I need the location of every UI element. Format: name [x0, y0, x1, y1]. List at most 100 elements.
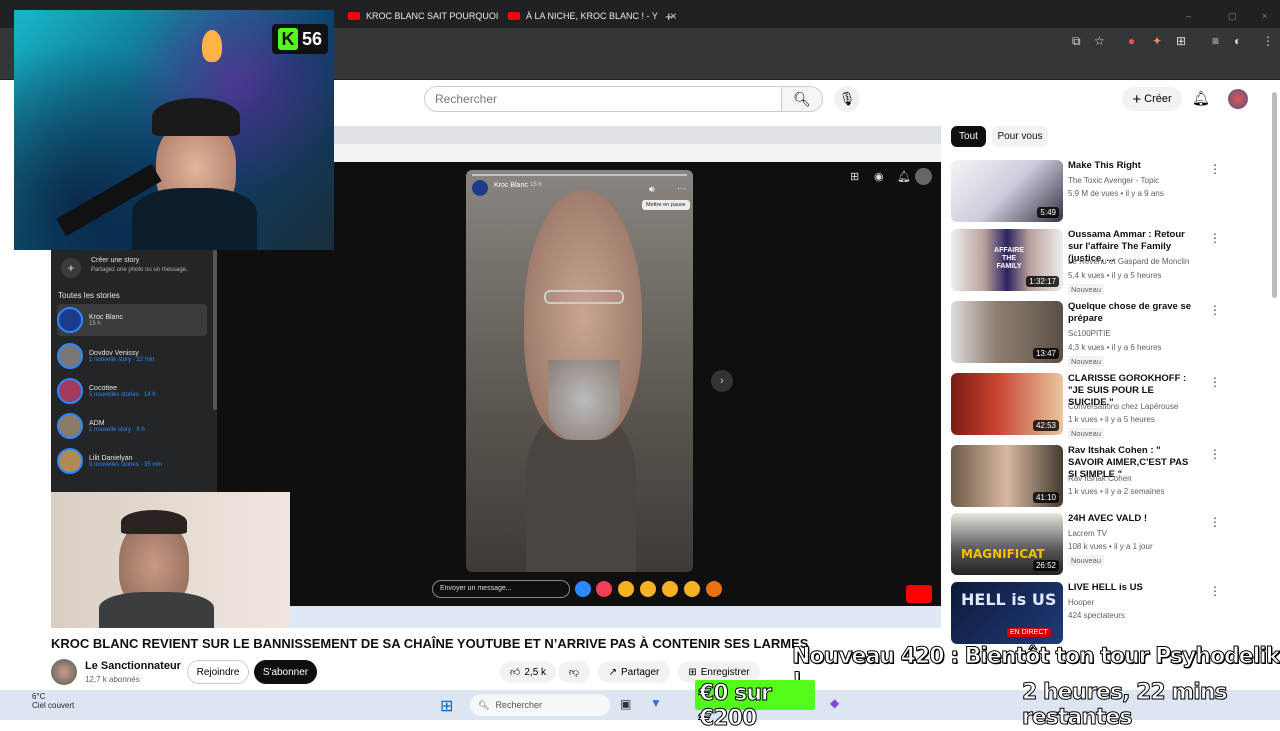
video-title[interactable]: 24H AVEC VALD ! [1068, 513, 1196, 525]
channel-avatar[interactable] [51, 659, 77, 685]
video-meta: 108 k vues • il y a 1 jour [1068, 542, 1153, 551]
volume-icon[interactable]: 🔊︎ [649, 184, 655, 195]
recommended-video[interactable]: HELL is US EN DIRECT LIVE HELL is US Hoo… [951, 582, 1221, 648]
youtube-icon [508, 12, 520, 20]
channel-name[interactable]: Le Revenu et Gaspard de Monclin [1068, 257, 1189, 266]
close-window-icon[interactable]: × [1262, 4, 1267, 28]
recommended-video[interactable]: 41:10 Rav Itshak Cohen : " SAVOIR AIMER,… [951, 445, 1221, 511]
haha-reaction-icon[interactable] [640, 581, 656, 597]
video-thumbnail[interactable]: 42:53 [951, 373, 1063, 435]
join-button[interactable]: Rejoindre [187, 660, 249, 684]
next-story-button[interactable]: › [711, 370, 733, 392]
video-thumbnail[interactable]: 5:49 [951, 160, 1063, 222]
plus-icon[interactable]: + [61, 258, 81, 278]
story-item[interactable]: Kroc Blanc 15 h [57, 304, 207, 336]
care-reaction-icon[interactable] [618, 581, 634, 597]
extension-icon[interactable]: ✦ [1152, 34, 1162, 48]
bookmark-star-icon[interactable]: ☆ [1094, 34, 1105, 48]
recommended-video[interactable]: AFFAIRE THE FAMILY 1:32:17 Oussama Ammar… [951, 229, 1221, 295]
recommended-video[interactable]: MAGNIFICAT 26:52 24H AVEC VALD ! Lacrem … [951, 513, 1221, 579]
menu-dots-icon[interactable]: ⋮ [1262, 34, 1274, 48]
like-button[interactable]: 👍︎ 2,5 k [500, 661, 556, 683]
more-icon[interactable]: ⋯ [677, 183, 686, 194]
wow-reaction-icon[interactable] [662, 581, 678, 597]
queue-icon[interactable]: ≡ [1212, 34, 1219, 48]
voice-search-button[interactable]: 🎙︎ [834, 86, 860, 112]
page-scrollbar[interactable] [1272, 92, 1277, 298]
taskbar-search[interactable]: 🔍︎ Rechercher [470, 694, 610, 716]
embedded-taskbar [290, 606, 941, 628]
recommended-video[interactable]: 42:53 CLARISSE GOROKHOFF : "JE SUIS POUR… [951, 373, 1221, 439]
dislike-button[interactable]: 👎︎ [558, 661, 590, 683]
scrollbar[interactable] [213, 250, 217, 410]
messenger-icon[interactable]: ◉ [874, 170, 884, 183]
like-reaction-icon[interactable] [575, 581, 591, 597]
search-button[interactable]: 🔍︎ [781, 86, 823, 112]
story-item[interactable]: ADM 1 nouvelle story · 9 h [57, 410, 207, 442]
recommended-video[interactable]: 13:47 Quelque chose de grave se prépare … [951, 301, 1221, 367]
channel-name[interactable]: Hooper [1068, 598, 1094, 607]
notifications-bell-icon[interactable]: 🔔︎ [1192, 90, 1210, 107]
love-reaction-icon[interactable] [596, 581, 612, 597]
task-view-icon[interactable]: ▣ [620, 697, 631, 711]
channel-name[interactable]: Conversations chez Lapérouse [1068, 402, 1178, 411]
app-icon[interactable]: ▼ [650, 696, 662, 710]
video-thumbnail[interactable]: HELL is US EN DIRECT [951, 582, 1063, 644]
message-input[interactable]: Envoyer un message... [432, 580, 570, 598]
youtube-icon [348, 12, 360, 20]
maximize-icon[interactable]: ▢ [1228, 4, 1237, 28]
new-tab-icon[interactable]: + [665, 4, 673, 28]
browser-tab[interactable]: KROC BLANC SAIT POURQUOI × [348, 4, 517, 28]
sad-reaction-icon[interactable] [684, 581, 700, 597]
video-thumbnail[interactable]: AFFAIRE THE FAMILY 1:32:17 [951, 229, 1063, 291]
pause-tooltip: Mettre en pause [642, 200, 690, 210]
more-actions-icon[interactable]: ⋮ [1209, 447, 1221, 461]
cast-icon[interactable]: ⧉ [1072, 34, 1081, 49]
create-button[interactable]: + Créer [1122, 87, 1182, 111]
account-avatar[interactable] [1228, 89, 1248, 109]
windows-start-icon[interactable]: ⊞ [440, 696, 453, 716]
recommended-video[interactable]: 5:49 Make This Right The Toxic Avenger -… [951, 160, 1221, 226]
story-item[interactable]: Lilit Danielyan 9 nouvelles stories · 35 … [57, 445, 207, 477]
video-title[interactable]: Quelque chose de grave se prépare [1068, 301, 1196, 325]
more-actions-icon[interactable]: ⋮ [1209, 584, 1221, 598]
extension-icon[interactable]: ● [1128, 34, 1135, 48]
story-item[interactable]: Dovdov Venissy 1 nouvelle story · 22 min [57, 340, 207, 372]
app-icon[interactable]: ◆ [830, 696, 839, 710]
more-actions-icon[interactable]: ⋮ [1209, 375, 1221, 389]
video-title[interactable]: Make This Right [1068, 160, 1196, 172]
channel-name[interactable]: Rav Itshak Cohen [1068, 474, 1132, 483]
duration: 1:32:17 [1026, 276, 1059, 287]
menu-grid-icon[interactable]: ⊞ [850, 170, 859, 183]
angry-reaction-icon[interactable] [706, 581, 722, 597]
chip-all[interactable]: Tout [951, 126, 986, 147]
channel-name[interactable]: Sc100PITIE [1068, 329, 1111, 338]
share-button[interactable]: ↗ Partager [598, 661, 670, 683]
more-actions-icon[interactable]: ⋮ [1209, 303, 1221, 317]
avatar [57, 307, 83, 333]
browser-tab[interactable]: À LA NICHE, KROC BLANC ! - Y × [508, 4, 677, 28]
thumbs-down-icon: 👎︎ [568, 667, 580, 678]
avatar[interactable] [915, 168, 932, 185]
story-item[interactable]: Cocottee 5 nouvelles stories · 14 h [57, 375, 207, 407]
video-title[interactable]: LIVE HELL is US [1068, 582, 1196, 594]
story-name: ADM [89, 419, 105, 427]
more-actions-icon[interactable]: ⋮ [1209, 231, 1221, 245]
more-actions-icon[interactable]: ⋮ [1209, 162, 1221, 176]
channel-name[interactable]: Le Sanctionnateur [85, 660, 181, 672]
profile-icon[interactable]: ◐ [1234, 34, 1241, 48]
channel-name[interactable]: The Toxic Avenger - Topic [1068, 176, 1159, 185]
video-thumbnail[interactable]: MAGNIFICAT 26:52 [951, 513, 1063, 575]
bell-icon[interactable]: 🔔︎ [897, 170, 911, 183]
video-thumbnail[interactable]: 13:47 [951, 301, 1063, 363]
extensions-puzzle-icon[interactable]: ⊞ [1176, 34, 1186, 48]
minimize-icon[interactable]: – [1186, 4, 1191, 28]
weather-widget[interactable]: 6°C Ciel couvert [8, 692, 74, 710]
subscribe-button[interactable]: S'abonner [254, 660, 317, 684]
search-input[interactable]: Rechercher [424, 86, 782, 112]
chip-for-you[interactable]: Pour vous [992, 126, 1048, 147]
video-thumbnail[interactable]: 41:10 [951, 445, 1063, 507]
create-story-title[interactable]: Créer une story [91, 257, 139, 264]
more-actions-icon[interactable]: ⋮ [1209, 515, 1221, 529]
channel-name[interactable]: Lacrem TV [1068, 529, 1107, 538]
